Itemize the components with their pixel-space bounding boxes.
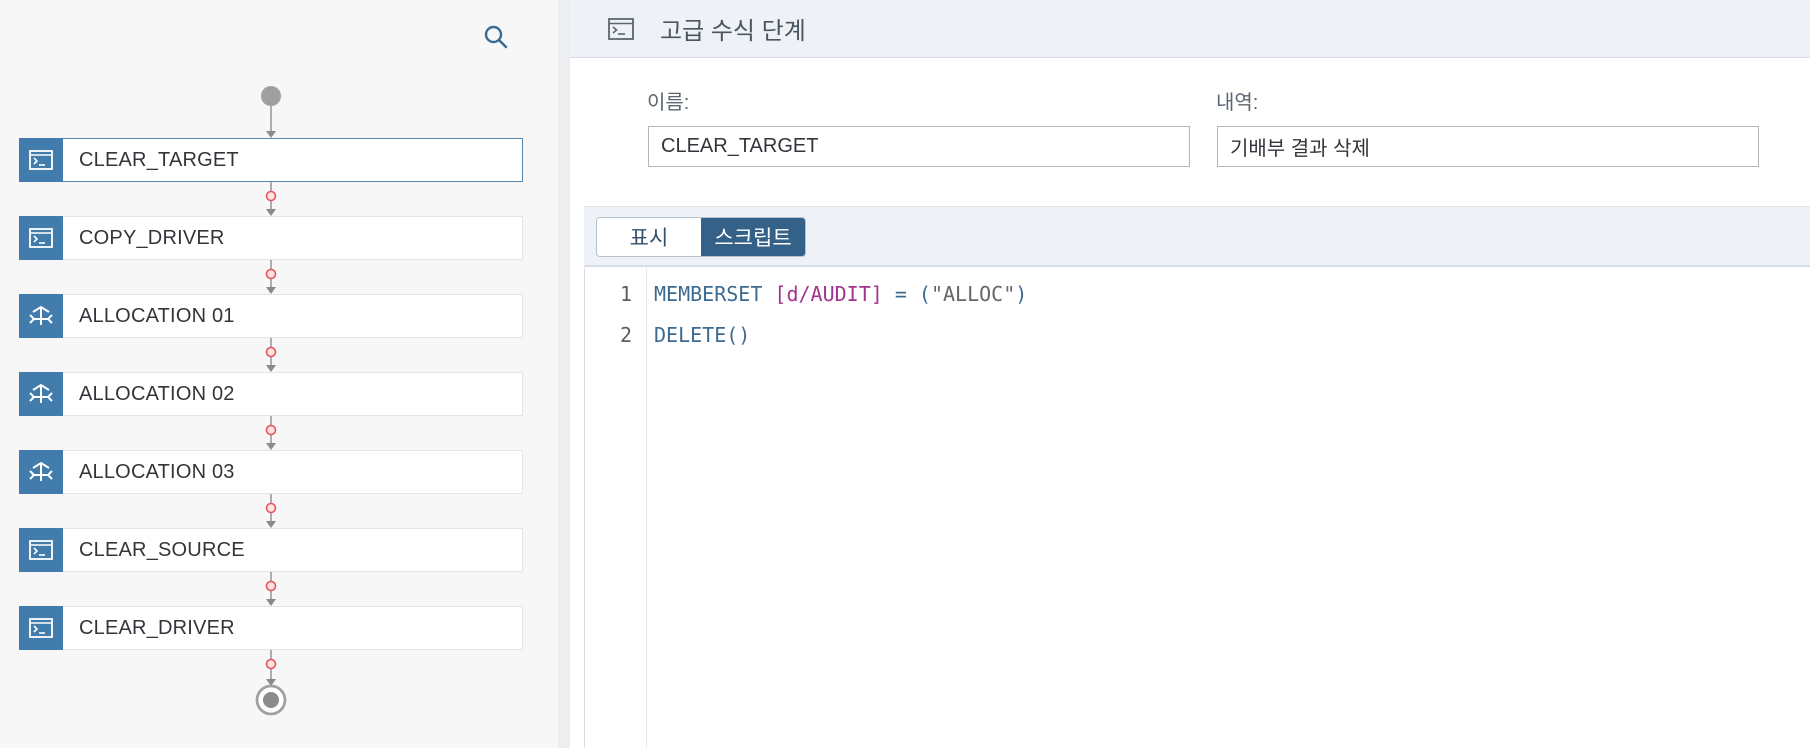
step-properties-form: 이름: 내역: [570, 58, 1810, 206]
code-dimension: [d/AUDIT] [774, 282, 883, 306]
connector-dot[interactable] [265, 190, 277, 202]
connector-dot[interactable] [265, 658, 277, 670]
flow-step-label: CLEAR_TARGET [79, 148, 239, 171]
allocation-step-icon [19, 372, 63, 416]
flow-panel: CLEAR_TARGET COPY_DRIVER ALLOCATION 01 ALLO… [0, 0, 558, 748]
connector-arrow [266, 365, 276, 372]
line-number: 1 [619, 282, 632, 306]
connector-dot[interactable] [265, 346, 277, 358]
code-close-paren: ) [1015, 282, 1028, 306]
flow-step-label: CLEAR_DRIVER [79, 616, 235, 639]
flow-step[interactable]: CLEAR_SOURCE [19, 528, 523, 572]
flow-step[interactable]: COPY_DRIVER [19, 216, 523, 260]
connector-arrow [266, 209, 276, 216]
script-step-icon [19, 216, 63, 260]
flow-step-label: ALLOCATION 02 [79, 382, 235, 405]
connector-arrow [266, 443, 276, 450]
code-string: "ALLOC" [930, 282, 1016, 306]
start-node [261, 86, 281, 106]
flow-step-label: ALLOCATION 01 [79, 304, 235, 327]
connector-dot[interactable] [265, 424, 277, 436]
script-tab-button[interactable]: 스크립트 [701, 218, 805, 256]
allocation-step-icon [19, 294, 63, 338]
description-field[interactable] [1217, 126, 1759, 167]
code-line[interactable]: MEMBERSET [d/AUDIT] = ("ALLOC") [654, 282, 1027, 306]
flow-step[interactable]: ALLOCATION 01 [19, 294, 523, 338]
code-keyword: MEMBERSET [654, 282, 763, 306]
connector-dot[interactable] [265, 580, 277, 592]
flow-step[interactable]: CLEAR_TARGET [19, 138, 523, 182]
flow-step[interactable]: ALLOCATION 03 [19, 450, 523, 494]
code-line[interactable]: DELETE() [654, 323, 750, 347]
page-title: 고급 수식 단계 [660, 18, 806, 45]
panel-divider[interactable] [558, 0, 570, 748]
allocation-step-icon [19, 450, 63, 494]
code-operator: = ( [894, 282, 931, 306]
connector-arrow [266, 599, 276, 606]
connector-arrow [266, 521, 276, 528]
connector-dot[interactable] [265, 268, 277, 280]
display-tab-button[interactable]: 표시 [597, 218, 701, 256]
name-field[interactable] [648, 126, 1190, 167]
connector-arrow [266, 287, 276, 294]
step-header: 고급 수식 단계 [570, 0, 1810, 58]
view-segmented-button: 표시 스크립트 [596, 217, 806, 257]
script-step-icon [608, 17, 634, 40]
flow-step-label: ALLOCATION 03 [79, 460, 235, 483]
script-editor[interactable]: 1 2 MEMBERSET [d/AUDIT] = ("ALLOC") DELE… [584, 268, 1810, 748]
line-number-gutter: 1 2 [585, 268, 647, 748]
script-step-icon [19, 138, 63, 182]
flow-step[interactable]: CLEAR_DRIVER [19, 606, 523, 650]
flow-step-label: CLEAR_SOURCE [79, 538, 245, 561]
line-number: 2 [619, 323, 632, 347]
flow-step[interactable]: ALLOCATION 02 [19, 372, 523, 416]
name-label: 이름: [647, 92, 690, 114]
description-label: 내역: [1216, 92, 1259, 114]
script-step-icon [19, 528, 63, 572]
connector-dot[interactable] [265, 502, 277, 514]
flow-step-label: COPY_DRIVER [79, 226, 225, 249]
view-toggle-bar: 표시 스크립트 [584, 206, 1810, 267]
script-step-icon [19, 606, 63, 650]
